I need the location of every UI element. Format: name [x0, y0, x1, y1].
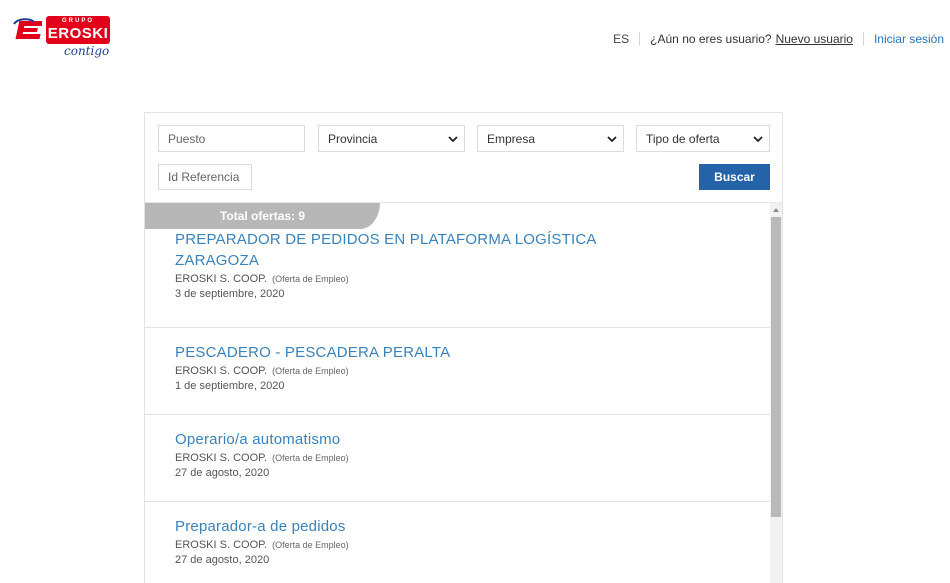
company-name: EROSKI S. COOP. — [175, 539, 268, 551]
eroski-e-icon — [13, 18, 42, 39]
company-name: EROSKI S. COOP. — [175, 452, 268, 464]
results-list[interactable]: PREPARADOR DE PEDIDOS EN PLATAFORMA LOGÍ… — [145, 203, 770, 583]
job-company: EROSKI S. COOP. (Oferta de Empleo) — [175, 273, 770, 285]
brand-tagline: contigo — [64, 44, 110, 58]
job-company: EROSKI S. COOP. (Oferta de Empleo) — [175, 365, 770, 377]
job-date: 1 de septiembre, 2020 — [175, 380, 285, 392]
provincia-select[interactable]: Provincia — [318, 125, 465, 152]
empresa-select-value: Empresa — [487, 131, 536, 146]
job-item[interactable]: Preparador-a de pedidos EROSKI S. COOP. (… — [145, 502, 770, 583]
chevron-down-icon — [607, 135, 617, 142]
nav-divider — [639, 32, 641, 46]
tipo-oferta-select[interactable]: Tipo de oferta — [636, 125, 770, 152]
chevron-down-icon — [448, 135, 458, 142]
search-button[interactable]: Buscar — [699, 164, 770, 190]
not-user-question: ¿Aún no eres usuario? — [650, 32, 772, 46]
job-search-panel: Puesto Provincia Empresa Tipo de oferta … — [144, 112, 783, 583]
scroll-up-arrow-icon[interactable] — [773, 208, 779, 212]
job-title[interactable]: Preparador-a de pedidos — [175, 516, 770, 537]
job-date: 27 de agosto, 2020 — [175, 467, 270, 479]
job-title-line[interactable]: PREPARADOR DE PEDIDOS EN PLATAFORMA LOGÍ… — [175, 231, 597, 248]
total-offers-badge: Total ofertas: 9 — [145, 203, 380, 229]
offer-type: (Oferta de Empleo) — [272, 366, 349, 376]
offer-type: (Oferta de Empleo) — [272, 274, 349, 284]
brand-box: GRUPO EROSKI — [46, 16, 110, 44]
job-title[interactable]: PREPARADOR DE PEDIDOS EN PLATAFORMA LOGÍ… — [175, 229, 770, 271]
brand-name: EROSKI — [47, 25, 109, 42]
new-user-link[interactable]: Nuevo usuario — [776, 32, 853, 46]
job-company: EROSKI S. COOP. (Oferta de Empleo) — [175, 539, 770, 551]
login-link[interactable]: Iniciar sesión — [874, 32, 944, 46]
job-company: EROSKI S. COOP. (Oferta de Empleo) — [175, 452, 770, 464]
provincia-select-value: Provincia — [328, 131, 378, 146]
job-title[interactable]: Operario/a automatismo — [175, 429, 770, 450]
empresa-select[interactable]: Empresa — [477, 125, 624, 152]
offer-type: (Oferta de Empleo) — [272, 540, 349, 550]
job-date: 3 de septiembre, 2020 — [175, 288, 285, 300]
brand-group-label: GRUPO — [61, 18, 94, 24]
company-name: EROSKI S. COOP. — [175, 365, 268, 377]
puesto-input[interactable]: Puesto — [158, 125, 305, 152]
referencia-input[interactable]: Id Referencia — [158, 164, 252, 190]
job-title-line[interactable]: ZARAGOZA — [175, 252, 259, 269]
job-item[interactable]: PESCADERO - PESCADERA PERALTA EROSKI S. … — [145, 328, 770, 415]
job-date: 27 de agosto, 2020 — [175, 554, 270, 566]
company-name: EROSKI S. COOP. — [175, 273, 268, 285]
job-title[interactable]: PESCADERO - PESCADERA PERALTA — [175, 342, 770, 363]
eroski-logo[interactable]: GRUPO EROSKI contigo — [12, 14, 110, 62]
tipo-oferta-select-value: Tipo de oferta — [646, 131, 720, 146]
results-scrollbar[interactable] — [770, 203, 782, 583]
job-item[interactable]: PREPARADOR DE PEDIDOS EN PLATAFORMA LOGÍ… — [145, 229, 770, 328]
chevron-down-icon — [753, 135, 763, 142]
top-navigation: ES ¿Aún no eres usuario? Nuevo usuario I… — [613, 32, 944, 46]
scroll-thumb[interactable] — [771, 217, 781, 517]
offer-type: (Oferta de Empleo) — [272, 453, 349, 463]
nav-divider — [862, 32, 864, 46]
job-item[interactable]: Operario/a automatismo EROSKI S. COOP. (O… — [145, 415, 770, 502]
language-selector[interactable]: ES — [613, 32, 629, 46]
